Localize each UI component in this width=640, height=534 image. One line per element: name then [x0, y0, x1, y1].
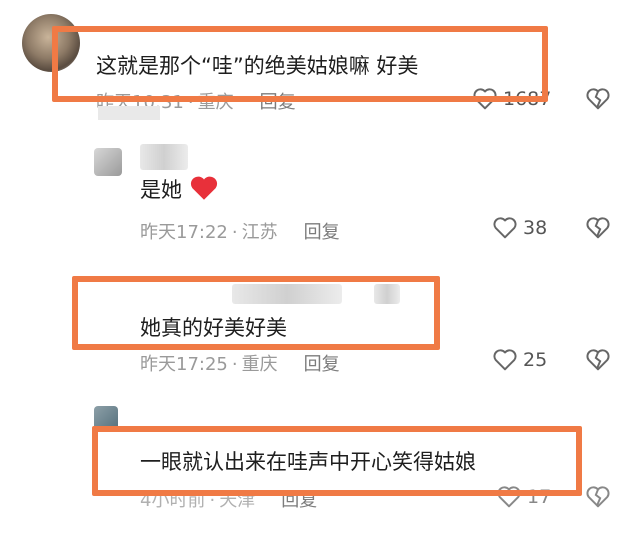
- comment-text-body: 是她: [140, 178, 182, 202]
- broken-heart-icon: [586, 349, 610, 371]
- red-heart-emoji: [189, 174, 219, 201]
- reply-button[interactable]: 回复: [304, 354, 340, 375]
- heart-outline-icon: [493, 349, 517, 371]
- username-blurred: [140, 144, 188, 170]
- comment-time: 昨天17:22: [140, 222, 228, 243]
- broken-heart-icon: [586, 486, 610, 508]
- highlight-box: [72, 276, 440, 350]
- dislike-button[interactable]: [585, 215, 611, 239]
- highlight-box: [92, 426, 582, 496]
- like-count: 25: [523, 349, 548, 371]
- comment-location: 重庆: [241, 354, 278, 375]
- highlight-box: [52, 26, 548, 102]
- heart-outline-icon: [493, 217, 517, 239]
- comment-text: 是她: [140, 174, 219, 204]
- like-count: 38: [523, 217, 548, 239]
- comment-meta: 昨天17:25 · 重庆 回复: [140, 350, 340, 376]
- avatar[interactable]: [94, 148, 122, 176]
- comment-location: 江苏: [241, 222, 278, 243]
- broken-heart-icon: [586, 217, 610, 239]
- dislike-button[interactable]: [585, 347, 611, 371]
- blurred-area: [98, 106, 160, 120]
- dislike-button[interactable]: [585, 484, 611, 508]
- like-button[interactable]: [492, 347, 518, 371]
- like-button[interactable]: [492, 215, 518, 239]
- broken-heart-icon: [586, 88, 610, 110]
- comment-time: 昨天17:25: [140, 354, 228, 375]
- reply-button[interactable]: 回复: [304, 222, 340, 243]
- meta-separator: ·: [231, 354, 238, 375]
- dislike-button[interactable]: [585, 86, 611, 110]
- meta-separator: ·: [231, 222, 238, 243]
- comment-meta: 昨天17:22 · 江苏 回复: [140, 218, 340, 244]
